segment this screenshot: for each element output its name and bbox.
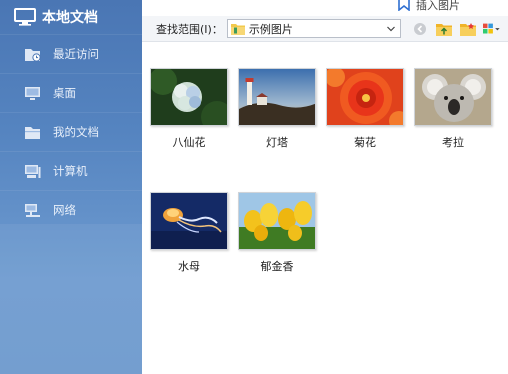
file-name: 郁金香 [260, 260, 294, 273]
chrysanthemum-thumbnail [326, 68, 404, 126]
file-name: 灯塔 [266, 136, 288, 149]
hydrangea-thumbnail [150, 68, 228, 126]
file-item-tulips[interactable]: 郁金香 [238, 192, 316, 274]
sidebar-item-recent[interactable]: 最近访问 [0, 34, 142, 73]
look-in-value: 示例图片 [248, 22, 293, 36]
file-name: 水母 [178, 260, 200, 273]
recent-folder-icon [25, 48, 41, 62]
monitor-icon [14, 8, 36, 26]
file-item-chrysanthemum[interactable]: 菊花 [326, 68, 404, 150]
network-icon [25, 203, 40, 217]
insert-picture-label: 插入图片 [416, 0, 460, 12]
file-name: 考拉 [442, 136, 464, 149]
file-item-lighthouse[interactable]: 灯塔 [238, 68, 316, 150]
new-folder-icon [459, 22, 476, 36]
look-in-select[interactable]: 示例图片 [226, 19, 401, 38]
file-item-koala[interactable]: 考拉 [414, 68, 492, 150]
folder-icon [230, 23, 245, 35]
lighthouse-thumbnail [238, 68, 316, 126]
sidebar-header: 本地文档 [0, 0, 142, 34]
up-folder-button[interactable] [435, 20, 453, 38]
sidebar-item-label: 桌面 [53, 86, 76, 100]
sidebar-item-documents[interactable]: 我的文档 [0, 112, 142, 151]
sidebar: 本地文档 最近访问 桌面 我的文档 计算机 网络 [0, 0, 142, 374]
bookmark-icon [398, 0, 410, 11]
sidebar-item-label: 计算机 [53, 164, 88, 178]
up-folder-icon [435, 23, 452, 36]
toolbar: 查找范围(I)： 示例图片 [142, 16, 508, 42]
chevron-down-icon[interactable] [385, 22, 397, 35]
back-icon [413, 22, 426, 35]
sidebar-item-label: 最近访问 [53, 47, 99, 61]
new-folder-button[interactable] [459, 20, 477, 38]
desktop-icon [25, 86, 40, 100]
insert-picture-dialog: 本地文档 最近访问 桌面 我的文档 计算机 网络 插入图片 查找范围(I)： 示… [0, 0, 508, 374]
jellyfish-thumbnail [150, 192, 228, 250]
top-strip: 插入图片 [142, 0, 508, 16]
view-menu-button[interactable] [482, 20, 501, 38]
back-button[interactable] [411, 20, 429, 38]
insert-picture-button[interactable]: 插入图片 [397, 0, 460, 12]
file-item-jellyfish[interactable]: 水母 [150, 192, 228, 274]
sidebar-item-desktop[interactable]: 桌面 [0, 73, 142, 112]
sidebar-item-label: 我的文档 [53, 125, 99, 139]
sidebar-title: 本地文档 [42, 10, 98, 26]
sidebar-empty-area [0, 224, 142, 374]
look-in-label: 查找范围(I)： [156, 22, 223, 36]
file-item-hydrangea[interactable]: 八仙花 [150, 68, 228, 150]
sidebar-item-label: 网络 [53, 203, 76, 217]
file-grid: 八仙花 灯塔 菊花 考拉 水母 郁金香 [142, 42, 508, 374]
file-name: 菊花 [354, 136, 376, 149]
computer-icon [25, 164, 41, 178]
koala-thumbnail [414, 68, 492, 126]
sidebar-item-computer[interactable]: 计算机 [0, 151, 142, 190]
documents-folder-icon [25, 126, 40, 139]
file-name: 八仙花 [172, 136, 206, 149]
view-menu-icon [482, 23, 500, 33]
tulips-thumbnail [238, 192, 316, 250]
